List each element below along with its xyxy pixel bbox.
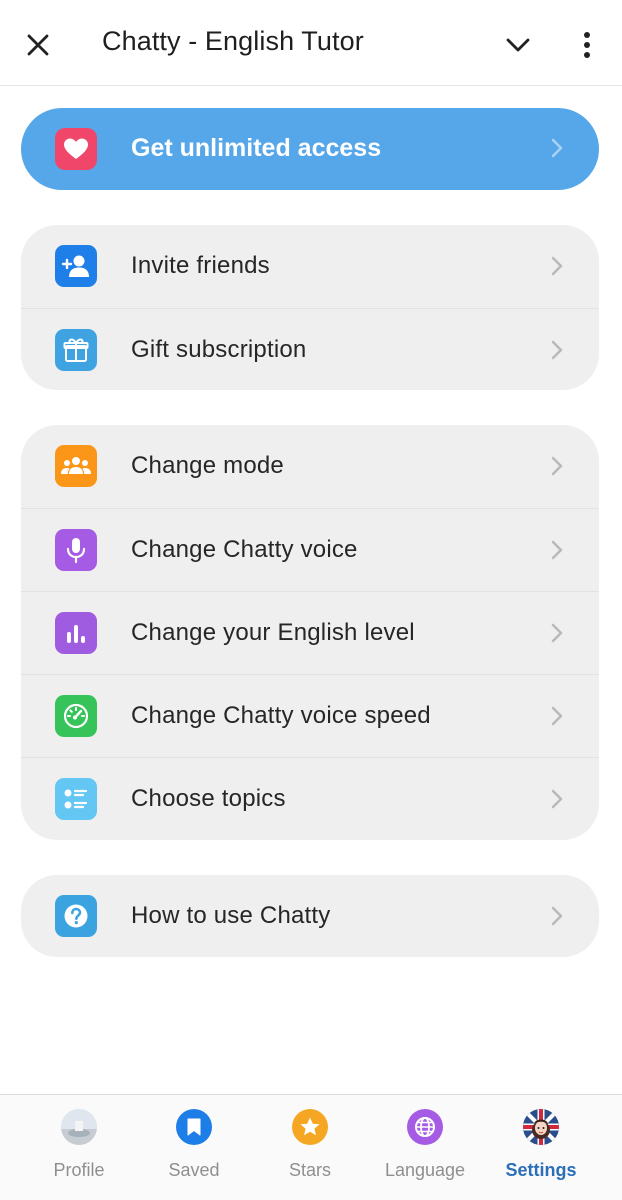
gift-subscription-row[interactable]: Gift subscription xyxy=(21,308,599,390)
gift-icon xyxy=(55,329,97,371)
tab-stars[interactable]: Stars xyxy=(255,1107,365,1187)
chevron-right-icon xyxy=(551,906,563,931)
row-label: Change Chatty voice xyxy=(131,536,358,563)
how-to-use-row[interactable]: How to use Chatty xyxy=(21,875,599,957)
row-label: Change mode xyxy=(131,452,284,479)
get-unlimited-access-button[interactable]: Get unlimited access xyxy=(21,108,599,190)
row-label: Choose topics xyxy=(131,785,286,812)
chevron-right-icon xyxy=(551,138,563,163)
tab-label: Stars xyxy=(288,1160,331,1180)
row-label: Invite friends xyxy=(131,252,270,279)
row-label: Change Chatty voice speed xyxy=(131,702,431,729)
choose-topics-row[interactable]: Choose topics xyxy=(21,757,599,840)
change-english-level-row[interactable]: Change your English level xyxy=(21,591,599,674)
tab-label: Saved xyxy=(168,1160,220,1180)
chevron-right-icon xyxy=(551,256,563,281)
change-mode-row[interactable]: Change mode xyxy=(21,425,599,508)
chevron-right-icon xyxy=(551,340,563,365)
globe-icon xyxy=(407,1109,443,1145)
list-icon xyxy=(55,778,97,820)
change-chatty-voice-row[interactable]: Change Chatty voice xyxy=(21,508,599,591)
top-bar: Chatty - English Tutor xyxy=(0,0,622,86)
chevron-right-icon xyxy=(551,623,563,648)
microphone-icon xyxy=(55,529,97,571)
chevron-right-icon xyxy=(551,540,563,565)
row-label: Gift subscription xyxy=(131,336,307,363)
sharing-group: Invite friends Gift subscription xyxy=(21,225,599,390)
avatar-icon xyxy=(523,1109,559,1145)
tab-label: Profile xyxy=(53,1160,105,1180)
change-voice-speed-row[interactable]: Change Chatty voice speed xyxy=(21,674,599,757)
tab-label: Language xyxy=(384,1160,466,1180)
bottom-navigation: Profile Saved Stars Language Settings xyxy=(0,1094,622,1200)
star-icon xyxy=(292,1109,328,1145)
chevron-right-icon xyxy=(551,706,563,731)
chevron-down-icon[interactable] xyxy=(497,25,539,65)
tab-saved[interactable]: Saved xyxy=(139,1107,249,1187)
close-icon[interactable] xyxy=(18,25,58,65)
bar-chart-icon xyxy=(55,612,97,654)
question-icon xyxy=(55,895,97,937)
chevron-right-icon xyxy=(551,456,563,481)
page-title: Chatty - English Tutor xyxy=(102,26,364,56)
tab-language[interactable]: Language xyxy=(370,1107,480,1187)
invite-friends-row[interactable]: Invite friends xyxy=(21,225,599,308)
promo-label: Get unlimited access xyxy=(131,134,382,162)
more-options-icon[interactable] xyxy=(566,25,608,65)
profile-photo-icon xyxy=(61,1109,97,1145)
group-icon xyxy=(55,445,97,487)
chevron-right-icon xyxy=(551,789,563,814)
speedometer-icon xyxy=(55,695,97,737)
tab-label: Settings xyxy=(505,1160,577,1180)
help-group: How to use Chatty xyxy=(21,875,599,957)
bookmark-icon xyxy=(176,1109,212,1145)
row-label: Change your English level xyxy=(131,619,415,646)
row-label: How to use Chatty xyxy=(131,902,331,929)
preferences-group: Change mode Change Chatty voice Change y… xyxy=(21,425,599,840)
tab-settings[interactable]: Settings xyxy=(486,1107,596,1187)
heart-icon xyxy=(55,128,97,170)
add-person-icon xyxy=(55,245,97,287)
tab-profile[interactable]: Profile xyxy=(24,1107,134,1187)
